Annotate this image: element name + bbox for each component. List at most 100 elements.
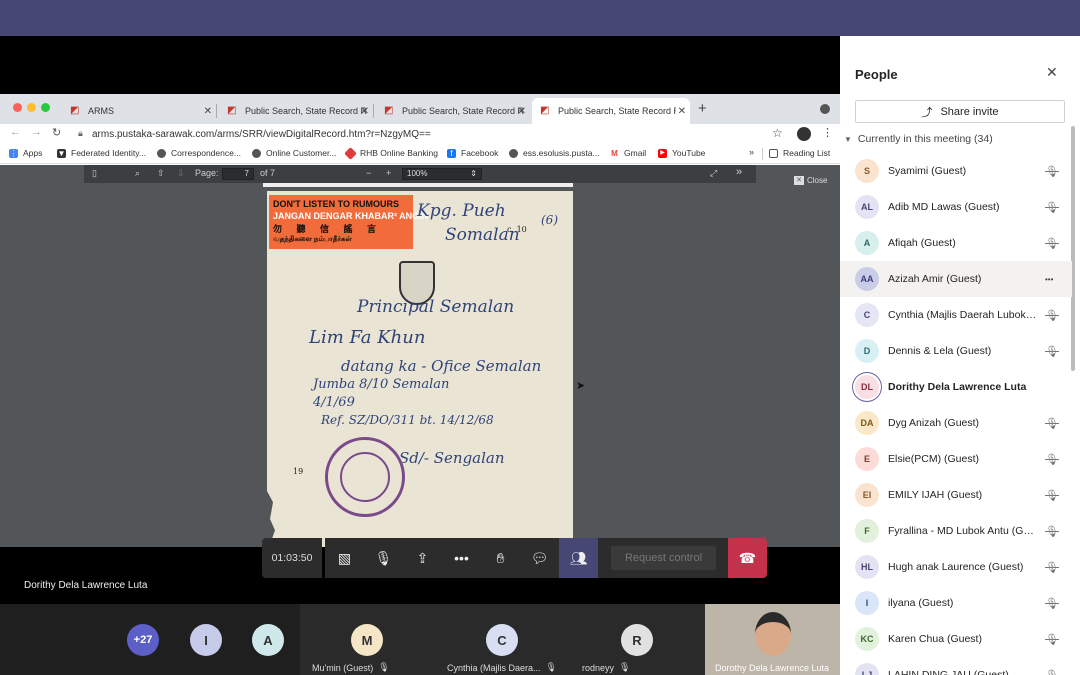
chrome-menu-icon[interactable]: ⋮ <box>822 126 833 139</box>
participants-button[interactable]: 👥︎ <box>559 538 598 578</box>
next-page-icon[interactable]: ⇩ <box>177 168 185 179</box>
bookmark-online-customer[interactable]: Online Customer... <box>252 148 336 158</box>
bookmark-correspondence[interactable]: Correspondence... <box>157 148 241 158</box>
reading-list-label: Reading List <box>783 148 831 158</box>
participant-avatar[interactable]: A <box>252 624 284 656</box>
reload-icon[interactable]: ↻ <box>52 126 61 139</box>
camera-off-button[interactable]: ▧ <box>325 538 364 578</box>
profile-avatar[interactable] <box>797 127 811 141</box>
back-arrow-icon[interactable]: ← <box>10 126 21 138</box>
participant-tile[interactable]: C Cynthia (Majlis Daera... 🎙︎ <box>435 604 570 675</box>
search-icon[interactable]: ⌕ <box>135 168 140 179</box>
previous-page-icon[interactable]: ⇧ <box>157 168 165 179</box>
participant-tile[interactable]: R rodneyy 🎙︎ <box>570 604 705 675</box>
more-actions-button[interactable]: ••• <box>442 538 481 578</box>
tab-close-icon[interactable]: ✕ <box>361 106 369 117</box>
participant-row[interactable]: KC Karen Chua (Guest) 🎙︎ <box>840 621 1072 657</box>
participant-name: Cynthia (Majlis Daera... <box>447 662 541 673</box>
handwritten-text: Sd/- Sengalan <box>399 449 505 467</box>
close-window-icon[interactable] <box>13 103 22 112</box>
url-bar[interactable]: 🔒︎ arms.pustaka-sarawak.com/arms/SRR/vie… <box>72 125 792 143</box>
forward-arrow-icon[interactable]: → <box>31 126 42 138</box>
close-icon: ✕ <box>794 176 804 185</box>
participant-avatar: F <box>855 519 879 543</box>
pdf-close-button[interactable]: ✕ Close <box>794 176 827 185</box>
self-video-name: Dorothy Dela Lawrence Luta <box>715 663 830 673</box>
participant-avatar: AL <box>855 195 879 219</box>
request-control-button[interactable]: Request control <box>611 546 716 570</box>
participant-row[interactable]: AL Adib MD Lawas (Guest) 🎙︎ <box>840 189 1072 225</box>
zoom-in-icon[interactable]: + <box>386 168 391 178</box>
participant-row[interactable]: DL Dorithy Dela Lawrence Luta <box>840 369 1072 405</box>
in-meeting-section-toggle[interactable]: ▼ Currently in this meeting (34) <box>844 133 993 145</box>
share-screen-button[interactable]: ⇪ <box>403 538 442 578</box>
participant-row[interactable]: EI EMILY IJAH (Guest) 🎙︎ <box>840 477 1072 513</box>
participant-row[interactable]: A Afiqah (Guest) 🎙︎ <box>840 225 1072 261</box>
bookmarks-overflow-icon[interactable]: » <box>749 147 754 157</box>
presenter-name: Dorithy Dela Lawrence Luta <box>24 580 148 591</box>
participant-row[interactable]: AA Azizah Amir (Guest) ••• <box>840 261 1072 297</box>
participant-row[interactable]: HL Hugh anak Laurence (Guest) 🎙︎ <box>840 549 1072 585</box>
updown-icon: ⇕ <box>470 169 477 178</box>
zoom-select[interactable]: 100% ⇕ <box>402 168 482 180</box>
chat-button[interactable]: 💬︎ <box>520 538 559 578</box>
bookmark-ess-esolusis[interactable]: ess.esolusis.pusta... <box>509 148 600 158</box>
people-icon: 👥︎ <box>569 549 588 566</box>
tab-title: Public Search, State Record Re <box>558 106 676 116</box>
participant-row[interactable]: C Cynthia (Majlis Daerah Lubok Antu) 🎙︎ <box>840 297 1072 333</box>
participant-row[interactable]: Iilyana (Guest) 🎙︎ <box>840 585 1072 621</box>
mouse-cursor-icon: ➤ <box>576 380 586 392</box>
tab-search-icon[interactable] <box>820 104 830 114</box>
chevron-down-icon: ▼ <box>844 134 852 144</box>
raise-hand-button[interactable]: ✋︎ <box>481 538 520 578</box>
participant-row[interactable]: S Syamimi (Guest) 🎙︎ <box>840 153 1072 189</box>
self-video-tile[interactable]: Dorothy Dela Lawrence Luta <box>705 604 840 675</box>
page-number-input[interactable]: 7 <box>222 168 254 180</box>
double-chevron-right-icon[interactable]: » <box>736 166 742 178</box>
participant-row[interactable]: F Fyrallina - MD Lubok Antu (Guest) 🎙︎ <box>840 513 1072 549</box>
participant-row[interactable]: E Elsie(PCM) (Guest) 🎙︎ <box>840 441 1072 477</box>
tab-public-search-2[interactable]: ◩ Public Search, State Record Re ✕ <box>376 98 530 124</box>
rumour-warning-stamp: DON'T LISTEN TO RUMOURS JANGAN DENGAR KH… <box>269 195 428 249</box>
tab-title: ARMS <box>88 106 115 116</box>
bookmark-youtube[interactable]: ▶ YouTube <box>658 148 705 158</box>
bookmark-label: Gmail <box>624 148 647 158</box>
participant-avatar: C <box>486 624 518 656</box>
mic-off-icon: 🎙︎ <box>1045 309 1059 322</box>
more-options-icon[interactable]: ••• <box>1045 275 1053 284</box>
overflow-participants-button[interactable]: +27 <box>127 624 159 656</box>
fullscreen-icon[interactable]: ⤢ <box>710 168 717 179</box>
participant-avatar: HL <box>855 555 879 579</box>
share-invite-label: Share invite <box>940 105 999 118</box>
new-tab-icon[interactable]: + <box>698 100 707 117</box>
bookmark-rhb-online-banking[interactable]: RHB Online Banking <box>344 146 438 160</box>
tab-arms[interactable]: ◩ ARMS ✕ <box>62 98 216 124</box>
bookmark-apps[interactable]: ⋮ Apps <box>9 148 42 158</box>
tab-public-search-active[interactable]: ◩ Public Search, State Record Re ✕ <box>532 98 690 124</box>
tab-close-icon[interactable]: ✕ <box>518 106 526 117</box>
arms-favicon-icon: ◩ <box>384 105 394 116</box>
bookmark-star-icon[interactable]: ☆ <box>772 126 783 140</box>
minimize-window-icon[interactable] <box>27 103 36 112</box>
hang-up-button[interactable]: ☎︎ <box>728 538 767 578</box>
tab-public-search-1[interactable]: ◩ Public Search, State Record Re ✕ <box>219 98 373 124</box>
participant-row[interactable]: D Dennis & Lela (Guest) 🎙︎ <box>840 333 1072 369</box>
mic-off-button[interactable]: 🎙︎ <box>364 538 403 578</box>
maximize-window-icon[interactable] <box>41 103 50 112</box>
sidebar-toggle-icon[interactable]: ▯ <box>92 168 97 179</box>
participant-tile-name: rodneyy 🎙︎ <box>582 662 630 673</box>
share-invite-button[interactable]: ⤴ Share invite <box>855 100 1065 123</box>
mic-off-icon: 🎙︎ <box>378 662 390 672</box>
bookmark-facebook[interactable]: f Facebook <box>447 148 498 158</box>
tab-close-icon[interactable]: ✕ <box>678 106 686 117</box>
participant-row[interactable]: DA Dyg Anizah (Guest) 🎙︎ <box>840 405 1072 441</box>
reading-list-button[interactable]: Reading List <box>769 148 830 158</box>
close-panel-icon[interactable]: ✕ <box>1046 64 1058 81</box>
bookmark-federated-identity[interactable]: ▼ Federated Identity... <box>57 148 146 158</box>
bookmark-gmail[interactable]: M Gmail <box>610 148 646 158</box>
participant-tile[interactable]: M Mu'min (Guest) 🎙︎ <box>300 604 435 675</box>
tab-close-icon[interactable]: ✕ <box>204 106 212 117</box>
participant-row[interactable]: LJ LAHIN DING JAU (Guest) 🎙︎ <box>840 657 1072 675</box>
zoom-out-icon[interactable]: − <box>366 168 371 178</box>
participant-avatar[interactable]: I <box>190 624 222 656</box>
